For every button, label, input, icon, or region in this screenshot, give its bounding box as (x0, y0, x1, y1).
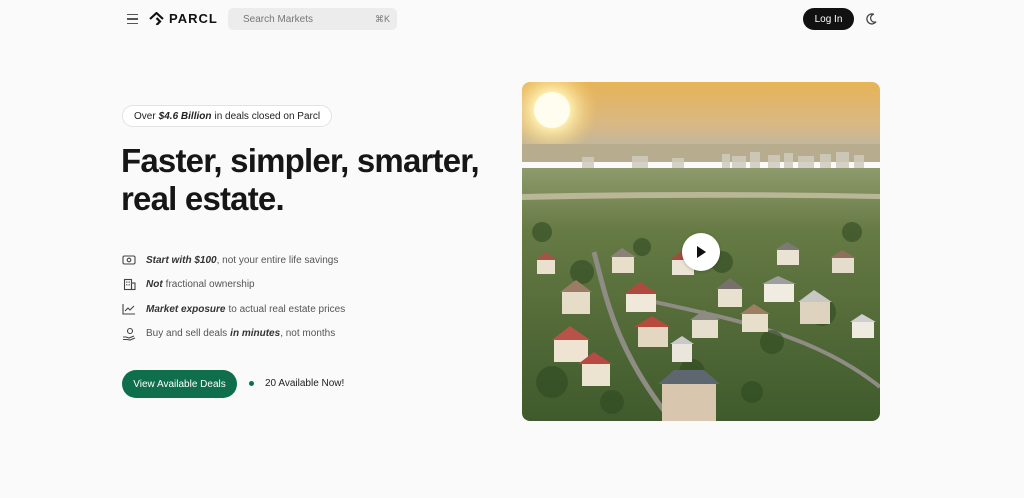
feature-item: Market exposure to actual real estate pri… (122, 297, 345, 322)
feature-text-group: Buy and sell deals in minutes, not months (146, 328, 335, 339)
headline-line-1: Faster, simpler, smarter, (121, 142, 480, 179)
hero-headline: Faster, simpler, smarter, real estate. (121, 142, 501, 218)
login-button[interactable]: Log In (803, 8, 854, 30)
menu-icon[interactable] (124, 10, 142, 28)
logo[interactable]: PARCL (149, 11, 218, 26)
badge-prefix: Over (134, 110, 156, 122)
cash-icon (122, 253, 136, 267)
play-button[interactable] (682, 233, 720, 271)
feature-item: Buy and sell deals in minutes, not months (122, 322, 345, 347)
view-available-deals-button[interactable]: View Available Deals (122, 370, 237, 398)
feature-bold: Market exposure (146, 303, 226, 315)
moon-icon[interactable] (864, 12, 878, 26)
parcl-logo-icon (149, 12, 164, 25)
feature-bold: Not (146, 279, 163, 291)
feature-pre: Buy and sell deals (146, 328, 228, 340)
badge-highlight: $4.6 Billion (158, 110, 212, 122)
feature-list: Start with $100, not your entire life sa… (122, 248, 345, 346)
feature-text: fractional ownership (165, 279, 255, 291)
search-box[interactable]: ⌘K (228, 8, 397, 30)
logo-text: PARCL (169, 11, 218, 26)
feature-text: to actual real estate prices (228, 303, 346, 315)
hand-coin-icon (122, 327, 136, 341)
feature-bold: Start with $100 (146, 254, 217, 266)
deals-closed-badge: Over $4.6 Billion in deals closed on Par… (122, 105, 333, 127)
headline-line-2: real estate. (121, 180, 285, 217)
badge-suffix: in deals closed on Parcl (214, 110, 321, 122)
search-input[interactable] (243, 13, 375, 25)
chart-line-icon (122, 302, 136, 316)
top-bar: PARCL ⌘K Log In (0, 0, 1024, 38)
feature-text: , not your entire life savings (216, 254, 339, 266)
availability-text: 20 Available Now! (265, 378, 345, 389)
status-dot (249, 381, 254, 386)
feature-text: , not months (280, 328, 336, 340)
hero-video[interactable] (522, 82, 880, 421)
building-icon (122, 278, 136, 292)
feature-item: Not fractional ownership (122, 273, 345, 298)
feature-item: Start with $100, not your entire life sa… (122, 248, 345, 273)
play-icon (697, 246, 706, 258)
feature-bold: in minutes (230, 328, 281, 340)
availability-status: 20 Available Now! (249, 378, 344, 389)
search-shortcut: ⌘K (375, 13, 391, 24)
